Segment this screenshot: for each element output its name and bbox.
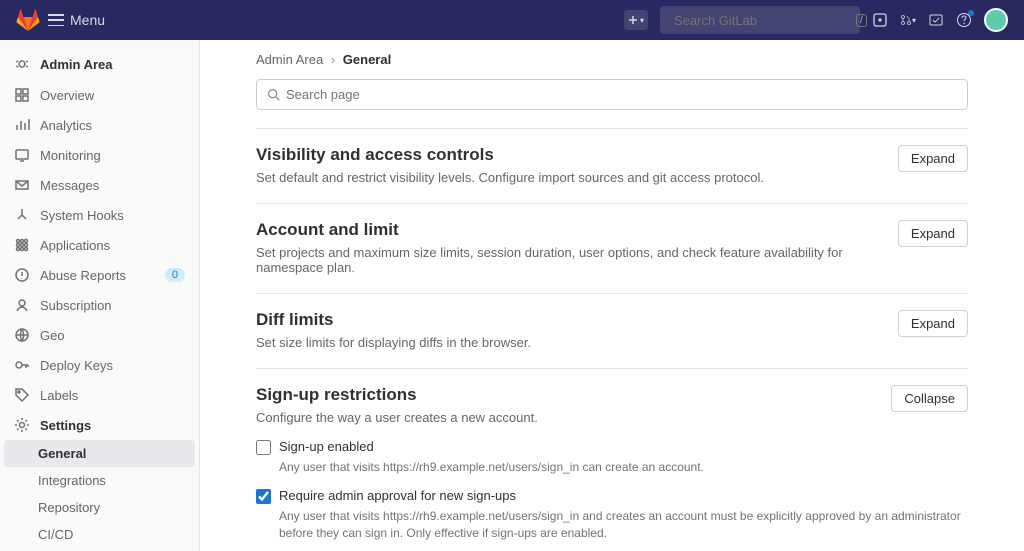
sidebar-item-label: Settings	[40, 418, 91, 433]
hamburger-icon	[48, 14, 64, 26]
section-title: Diff limits	[256, 310, 531, 330]
labels-icon	[14, 387, 30, 403]
help-button[interactable]	[956, 12, 972, 28]
sidebar-item-label: Subscription	[40, 298, 112, 313]
sidebar-item-messages[interactable]: Messages	[0, 170, 199, 200]
overview-icon	[14, 87, 30, 103]
sidebar-item-label: Overview	[40, 88, 94, 103]
expand-button[interactable]: Expand	[898, 220, 968, 247]
sidebar-item-monitoring[interactable]: Monitoring	[0, 140, 199, 170]
section-desc: Set size limits for displaying diffs in …	[256, 335, 531, 350]
global-search[interactable]: /	[660, 6, 860, 34]
section-desc: Set default and restrict visibility leve…	[256, 170, 764, 185]
breadcrumb-current: General	[343, 52, 391, 67]
abuse-icon	[14, 267, 30, 283]
sidebar-item-labels[interactable]: Labels	[0, 380, 199, 410]
hooks-icon	[14, 207, 30, 223]
issues-shortcut[interactable]	[872, 12, 888, 28]
section-account: Account and limit Set projects and maxim…	[256, 203, 968, 293]
monitoring-icon	[14, 147, 30, 163]
collapse-button[interactable]: Collapse	[891, 385, 968, 412]
apps-icon	[14, 237, 30, 253]
sidebar-sub-integrations[interactable]: Integrations	[0, 467, 199, 494]
search-icon	[267, 88, 280, 101]
plus-icon	[628, 15, 638, 25]
sidebar-item-abuse-reports[interactable]: Abuse Reports 0	[0, 260, 199, 290]
menu-label: Menu	[70, 12, 105, 28]
search-shortcut: /	[856, 14, 867, 27]
sidebar-item-label: System Hooks	[40, 208, 124, 223]
sidebar-item-label: Labels	[40, 388, 78, 403]
sidebar-item-label: Applications	[40, 238, 110, 253]
sidebar-item-overview[interactable]: Overview	[0, 80, 199, 110]
sidebar-item-deploy-keys[interactable]: Deploy Keys	[0, 350, 199, 380]
breadcrumb: Admin Area › General	[256, 52, 968, 67]
expand-button[interactable]: Expand	[898, 145, 968, 172]
sidebar-item-applications[interactable]: Applications	[0, 230, 199, 260]
admin-approval-checkbox[interactable]	[256, 489, 271, 504]
page-search-input[interactable]	[286, 87, 957, 102]
section-desc: Configure the way a user creates a new a…	[256, 410, 538, 425]
keys-icon	[14, 357, 30, 373]
sidebar-title: Admin Area	[0, 48, 199, 80]
expand-button[interactable]: Expand	[898, 310, 968, 337]
menu-button[interactable]: Menu	[48, 12, 105, 28]
notification-dot	[968, 10, 974, 16]
sidebar-item-label: Deploy Keys	[40, 358, 113, 373]
signup-enabled-checkbox[interactable]	[256, 440, 271, 455]
signup-enabled-help: Any user that visits https://rh9.example…	[279, 459, 968, 476]
merge-requests-shortcut[interactable]: ▾	[900, 12, 916, 28]
user-avatar[interactable]	[984, 8, 1008, 32]
todos-shortcut[interactable]	[928, 12, 944, 28]
sidebar-item-settings[interactable]: Settings	[0, 410, 199, 440]
section-title: Sign-up restrictions	[256, 385, 538, 405]
main-content: Admin Area › General Visibility and acce…	[200, 40, 1024, 551]
admin-icon	[14, 56, 30, 72]
geo-icon	[14, 327, 30, 343]
badge: 0	[165, 268, 185, 282]
sidebar-sub-ci/cd[interactable]: CI/CD	[0, 521, 199, 548]
search-input[interactable]	[674, 13, 850, 28]
signup-enabled-label: Sign-up enabled	[279, 439, 374, 454]
gitlab-logo[interactable]	[16, 8, 40, 32]
subscription-icon	[14, 297, 30, 313]
breadcrumb-root[interactable]: Admin Area	[256, 52, 323, 67]
admin-approval-help: Any user that visits https://rh9.example…	[279, 508, 968, 542]
sidebar-item-label: Messages	[40, 178, 99, 193]
section-title: Account and limit	[256, 220, 898, 240]
page-search[interactable]	[256, 79, 968, 110]
section-signup: Sign-up restrictions Configure the way a…	[256, 368, 968, 551]
sidebar-item-label: Monitoring	[40, 148, 101, 163]
admin-approval-label: Require admin approval for new sign-ups	[279, 488, 516, 503]
settings-icon	[14, 417, 30, 433]
section-title: Visibility and access controls	[256, 145, 764, 165]
sidebar-item-geo[interactable]: Geo	[0, 320, 199, 350]
sidebar-item-system-hooks[interactable]: System Hooks	[0, 200, 199, 230]
analytics-icon	[14, 117, 30, 133]
create-new-button[interactable]: ▾	[624, 10, 648, 30]
sidebar-item-analytics[interactable]: Analytics	[0, 110, 199, 140]
sidebar-item-label: Abuse Reports	[40, 268, 126, 283]
section-desc: Set projects and maximum size limits, se…	[256, 245, 898, 275]
sidebar: Admin Area Overview Analytics Monitoring Me…	[0, 40, 200, 551]
sidebar-item-label: Analytics	[40, 118, 92, 133]
messages-icon	[14, 177, 30, 193]
section-diff: Diff limits Set size limits for displayi…	[256, 293, 968, 368]
section-visibility: Visibility and access controls Set defau…	[256, 128, 968, 203]
sidebar-sub-general[interactable]: General	[4, 440, 195, 467]
sidebar-item-label: Geo	[40, 328, 65, 343]
sidebar-sub-repository[interactable]: Repository	[0, 494, 199, 521]
sidebar-item-subscription[interactable]: Subscription	[0, 290, 199, 320]
